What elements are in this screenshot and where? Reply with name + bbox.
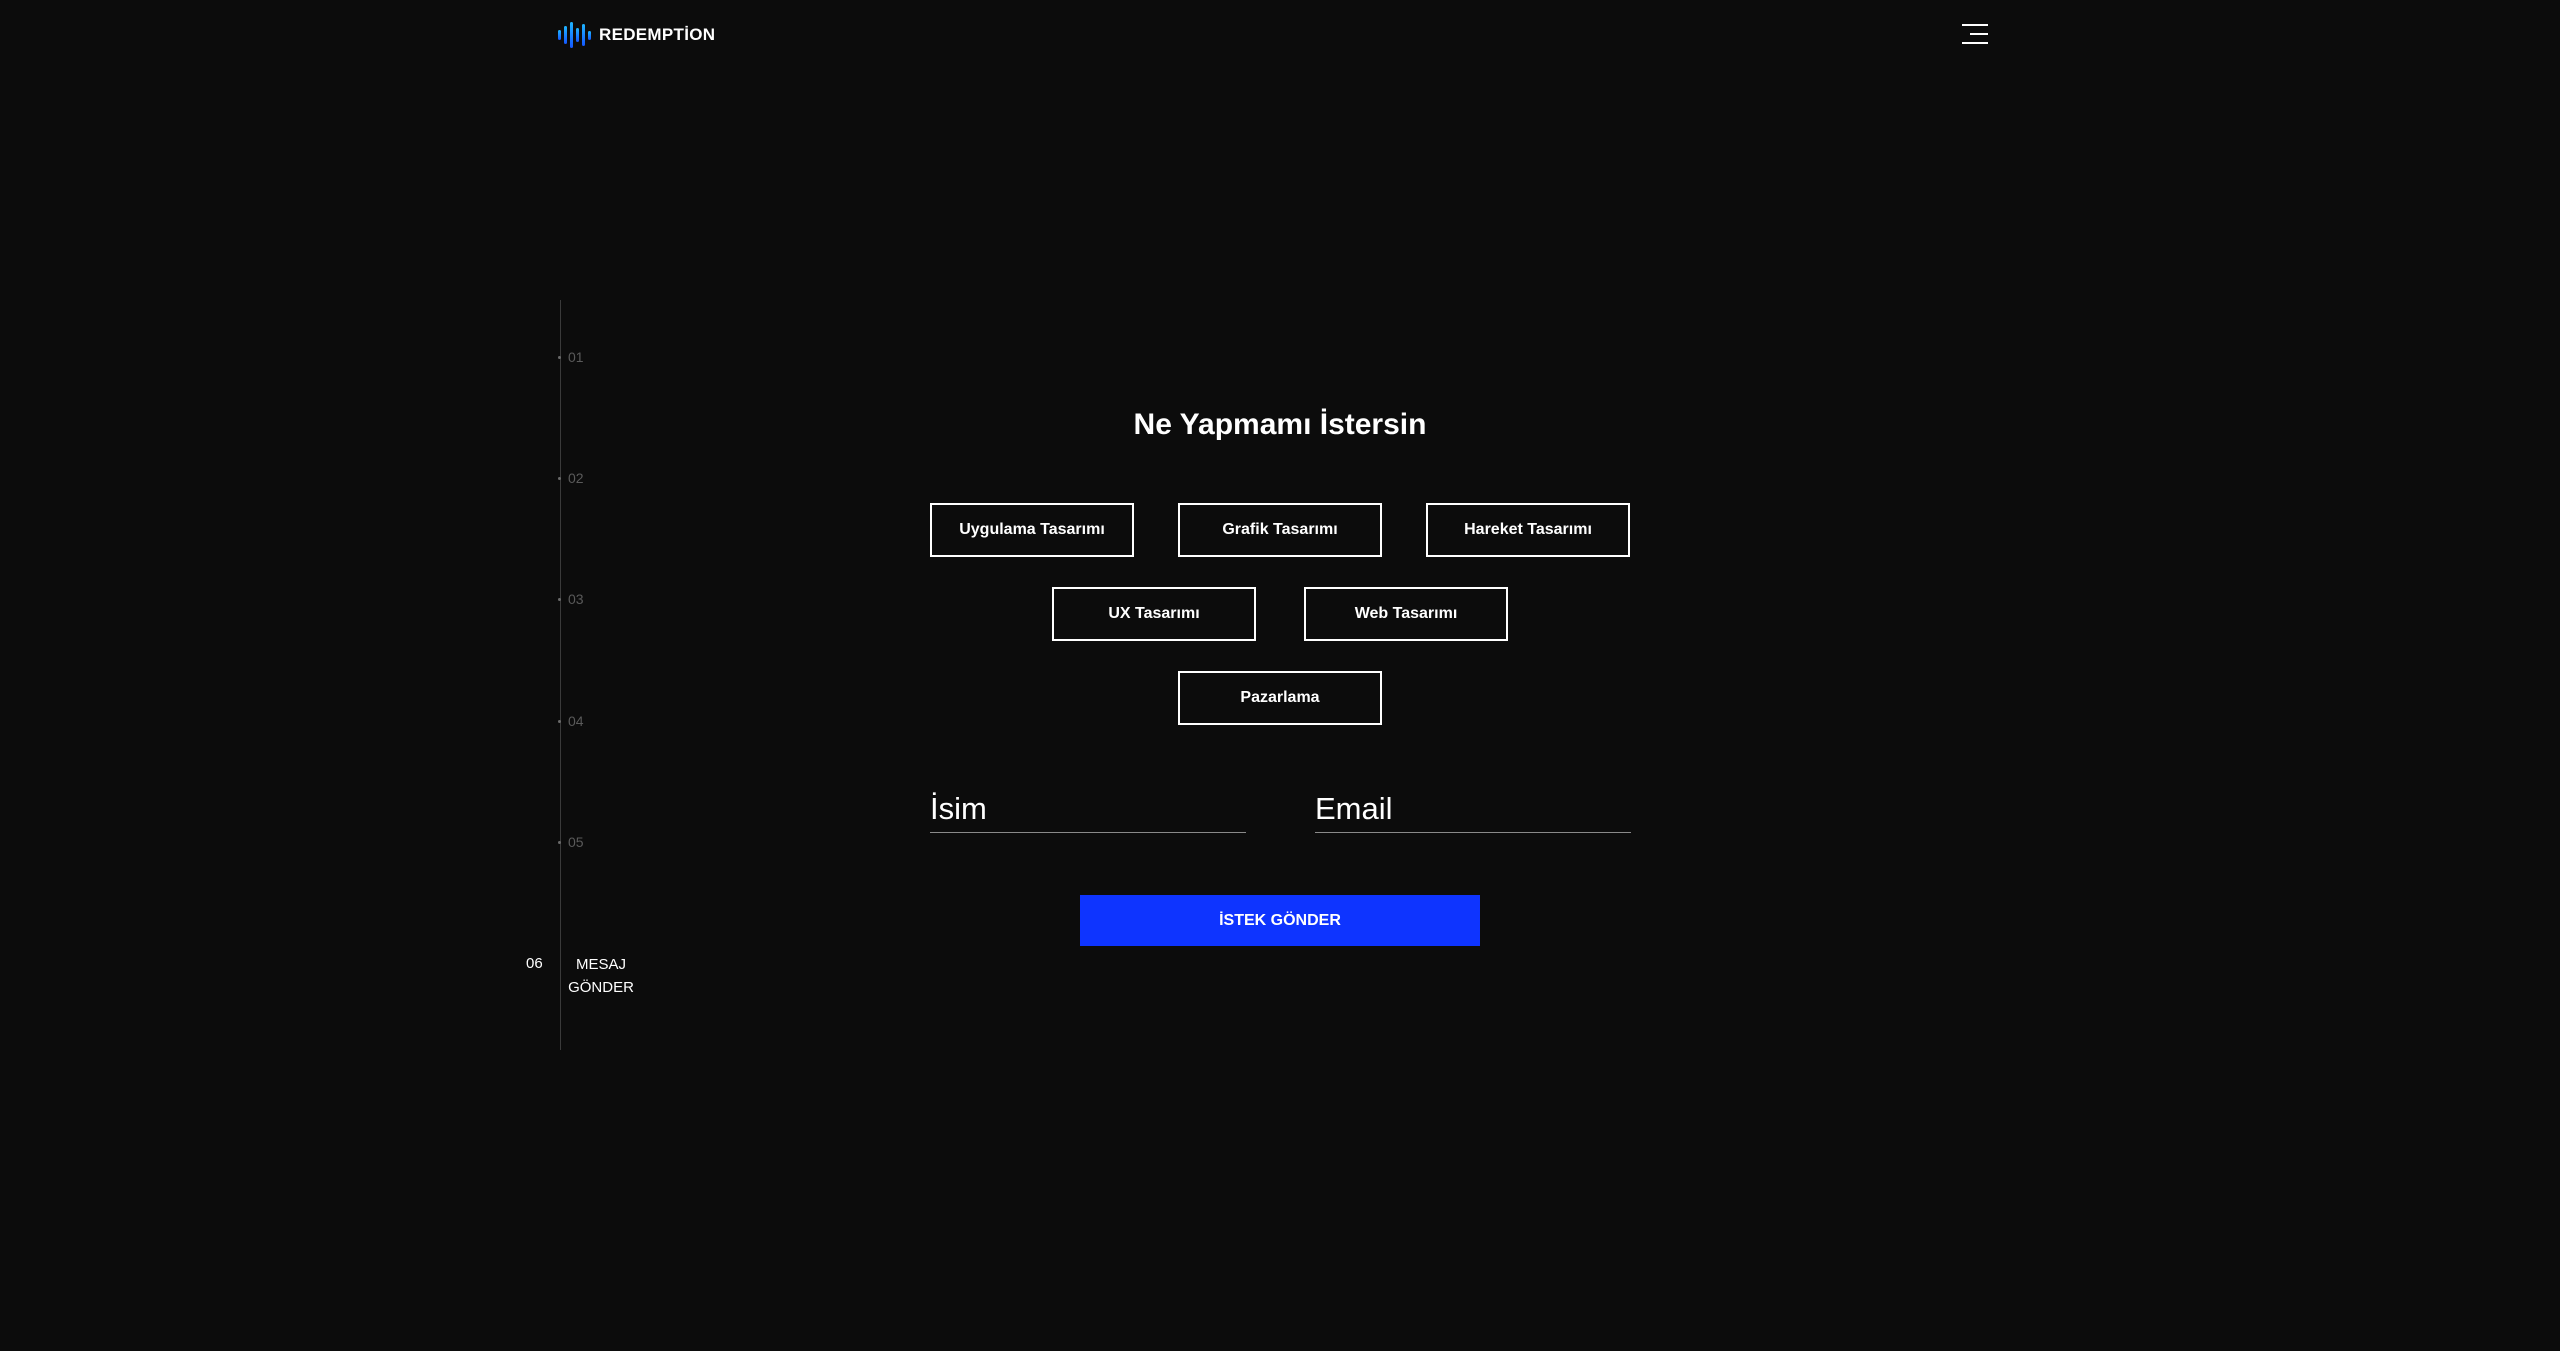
service-marketing-button[interactable]: Pazarlama <box>1178 671 1382 725</box>
service-web-design-button[interactable]: Web Tasarımı <box>1304 587 1508 641</box>
step-06-active[interactable]: 06 MESAJ GÖNDER <box>526 955 636 999</box>
step-03[interactable]: 03 <box>558 591 584 607</box>
active-step-number: 06 <box>526 955 543 972</box>
step-dot <box>558 840 561 844</box>
step-number: 04 <box>568 713 584 729</box>
step-dot <box>558 719 561 723</box>
service-motion-design-button[interactable]: Hareket Tasarımı <box>1426 503 1630 557</box>
page-title: Ne Yapmamı İstersin <box>1133 408 1427 441</box>
service-app-design-button[interactable]: Uygulama Tasarımı <box>930 503 1134 557</box>
step-05[interactable]: 05 <box>558 834 584 850</box>
service-graphic-design-button[interactable]: Grafik Tasarımı <box>1178 503 1382 557</box>
step-number: 03 <box>568 591 584 607</box>
step-dot <box>558 597 561 601</box>
hamburger-menu-icon[interactable] <box>1962 24 1988 44</box>
logo-text: REDEMPTİON <box>599 25 716 44</box>
sound-wave-icon <box>558 20 591 50</box>
step-02[interactable]: 02 <box>558 470 584 486</box>
step-01[interactable]: 01 <box>558 349 584 365</box>
step-dot <box>558 476 561 480</box>
service-ux-design-button[interactable]: UX Tasarımı <box>1052 587 1256 641</box>
name-field[interactable] <box>930 786 1246 833</box>
step-dot <box>558 355 561 359</box>
submit-request-button[interactable]: İSTEK GÖNDER <box>1080 895 1480 946</box>
active-step-label: MESAJ GÖNDER <box>568 956 634 996</box>
logo[interactable]: REDEMPTİON <box>558 20 715 50</box>
page: REDEMPTİON 01 02 03 04 05 06 MESAJ GÖNDE… <box>0 0 2560 1351</box>
step-number: 02 <box>568 470 584 486</box>
step-number: 01 <box>568 349 584 365</box>
step-number: 05 <box>568 834 584 850</box>
step-04[interactable]: 04 <box>558 713 584 729</box>
email-field[interactable] <box>1315 786 1631 833</box>
step-rail-line <box>560 300 561 1050</box>
